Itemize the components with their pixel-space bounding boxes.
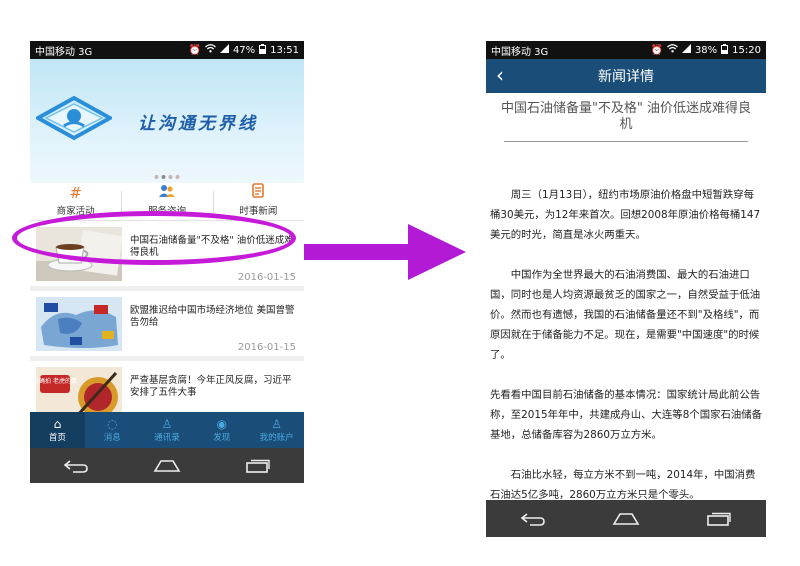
home-nav-icon[interactable]: [606, 509, 646, 529]
quicknav-current-news[interactable]: 时事新闻: [212, 183, 304, 220]
alarm-icon: ⏰: [188, 44, 201, 56]
user-icon: ♙: [271, 417, 282, 431]
thumb-caption: 打蝇拍 老虎的事: [36, 377, 77, 385]
bottom-tabbar: ⌂ 首页 ◌ 消息 ♙ 通讯录 ◉ 发现 ♙ 我的账户: [30, 412, 304, 448]
home-screen: 中国移动 3G ⏰ 47% 13:51 让沟通无界线 # 商家活动 服务咨询 时…: [30, 41, 304, 483]
banner-slogan: 让沟通无界线: [138, 114, 258, 134]
tab-label: 我的账户: [259, 433, 294, 443]
back-nav-icon[interactable]: [513, 509, 553, 529]
home-icon: ⌂: [53, 417, 62, 431]
quicknav-merchant-activities[interactable]: # 商家活动: [30, 183, 121, 220]
tab-messages[interactable]: ◌ 消息: [85, 412, 140, 448]
tab-label: 首页: [48, 433, 66, 443]
eu-map-thumbnail: [36, 297, 122, 351]
carousel-pager: [154, 175, 180, 179]
carrier-label: 中国移动 3G: [491, 46, 549, 58]
status-bar: 中国移动 3G ⏰ 47% 13:51: [30, 41, 304, 59]
article-title: 中国石油储备量"不及格" 油价低迷成难得良机: [500, 101, 752, 132]
news-date: 2016-01-15: [237, 342, 296, 353]
news-item[interactable]: 中国石油储备量"不及格" 油价低迷成难得良机 2016-01-15: [30, 221, 304, 291]
quicknav-label: 时事新闻: [239, 206, 278, 217]
news-title: 欧盟推迟给中国市场经济地位 美国曾警告勿给: [130, 305, 295, 328]
news-title: 中国石油储备量"不及格" 油价低迷成难得良机: [130, 235, 294, 258]
pager-dot: [168, 175, 173, 179]
article-paragraph: 先看看中国目前石油储备的基本情况：国家统计局此前公告称，至2015年年中，共建成…: [490, 389, 763, 441]
back-chevron-icon[interactable]: ‹: [496, 64, 504, 86]
wifi-icon: [667, 44, 678, 56]
tab-home[interactable]: ⌂ 首页: [30, 412, 85, 448]
tab-label: 消息: [103, 433, 121, 443]
quicknav-label: 服务咨询: [147, 206, 186, 217]
tab-discover[interactable]: ◉ 发现: [194, 412, 249, 448]
tab-contacts[interactable]: ♙ 通讯录: [140, 412, 195, 448]
recents-nav-icon[interactable]: [238, 456, 278, 476]
tab-my-account[interactable]: ♙ 我的账户: [249, 412, 304, 448]
arrow-icon: [304, 224, 466, 280]
grid-icon: #: [69, 184, 82, 202]
page-title: 新闻详情: [598, 69, 654, 85]
article-body: 周三（1月13日），纽约市场原油价格盘中短暂跌穿每桶30美元，为12年来首次。回…: [490, 185, 764, 525]
news-item[interactable]: 欧盟推迟给中国市场经济地位 美国曾警告勿给 2016-01-15: [30, 291, 304, 361]
title-divider: [504, 141, 748, 142]
signal-icon: [219, 44, 229, 56]
chat-icon: ◌: [106, 417, 118, 431]
system-navbar: [30, 448, 304, 483]
eye-icon: ◉: [216, 417, 228, 431]
news-list: 中国石油储备量"不及格" 油价低迷成难得良机 2016-01-15 欧盟推迟给中…: [30, 221, 304, 431]
wifi-icon: [205, 44, 216, 56]
brand-logo: [36, 95, 112, 141]
article-paragraph: 中国作为全世界最大的石油消费国、最大的石油进口国，同时也是人均资源最贫乏的国家之…: [490, 269, 761, 361]
tab-label: 发现: [213, 433, 231, 443]
pager-dot: [154, 175, 159, 179]
banner-carousel[interactable]: 让沟通无界线: [30, 59, 304, 183]
quicknav-service-consulting[interactable]: 服务咨询: [121, 183, 212, 220]
news-icon: [252, 183, 265, 201]
detail-header: ‹ 新闻详情: [486, 59, 766, 93]
signal-icon: [681, 44, 691, 56]
news-title: 严查基层贪腐！今年正风反腐，习近平安排了五件大事: [130, 375, 292, 398]
home-nav-icon[interactable]: [147, 456, 187, 476]
article-paragraph: 周三（1月13日），纽约市场原油价格盘中短暂跌穿每桶30美元，为12年来首次。回…: [490, 189, 761, 241]
battery-percent: 38%: [694, 44, 718, 56]
quick-nav: # 商家活动 服务咨询 时事新闻: [30, 183, 304, 221]
news-date: 2016-01-15: [237, 272, 296, 283]
article-paragraph: 石油比水轻，每立方米不到一吨，2014年，中国消费石油达5亿多吨，2860万立方…: [490, 469, 756, 501]
coffee-thumbnail: [36, 227, 122, 281]
quicknav-label: 商家活动: [56, 206, 95, 217]
tab-label: 通讯录: [154, 433, 180, 443]
pager-dot: [175, 175, 180, 179]
battery-icon: [259, 43, 267, 57]
news-detail-screen: 中国移动 3G ⏰ 38% 15:20 ‹ 新闻详情 中国石油储备量"不及格" …: [486, 41, 766, 537]
alarm-icon: ⏰: [650, 44, 663, 56]
status-bar: 中国移动 3G ⏰ 38% 15:20: [486, 41, 766, 59]
system-navbar: [486, 500, 766, 537]
clock: 13:51: [270, 44, 299, 56]
clock: 15:20: [732, 44, 761, 56]
recents-nav-icon[interactable]: [699, 509, 739, 529]
people-icon: [158, 184, 175, 201]
battery-icon: [721, 43, 729, 57]
pager-dot-active: [161, 175, 166, 179]
carrier-label: 中国移动 3G: [35, 46, 93, 58]
back-nav-icon[interactable]: [56, 456, 96, 476]
contacts-icon: ♙: [161, 417, 173, 431]
battery-percent: 47%: [232, 44, 256, 56]
